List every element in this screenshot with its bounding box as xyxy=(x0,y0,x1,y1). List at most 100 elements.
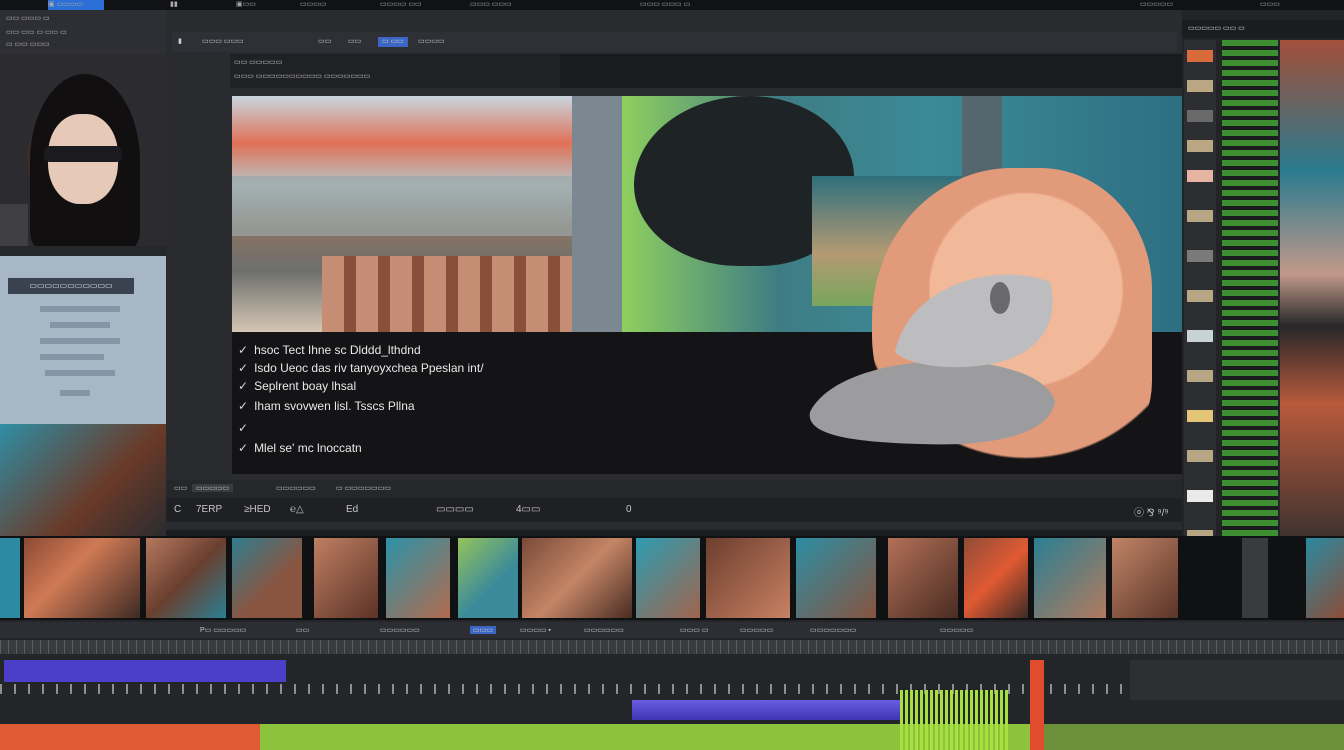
timeline-tab[interactable]: ▭▭▭▭ ▪ xyxy=(520,626,551,634)
viewer-subheader: ▭▭ ▭▭▭▭▭ ▭▭▭ ▭▭▭▭▭▭▭▭▭▭ ▭▭▭▭▭▭▭ xyxy=(230,54,560,88)
effect-item[interactable] xyxy=(1187,210,1213,222)
time-ruler[interactable] xyxy=(0,640,1344,654)
effect-item[interactable] xyxy=(1187,80,1213,92)
timeline-header: P▭ ▭▭▭▭▭ ▭▭ ▭▭▭▭▭▭ ▭▭▭ ▭▭▭▭ ▪ ▭▭▭▭▭▭ ▭▭▭… xyxy=(0,622,1344,638)
toolbar-item-active[interactable]: ▭ ▭▭ xyxy=(378,37,408,47)
video-clip-left[interactable] xyxy=(232,96,622,332)
film-frame[interactable] xyxy=(522,538,632,618)
status-item[interactable]: ▭▭▭▭▭▭ xyxy=(276,484,316,492)
film-frame[interactable] xyxy=(314,538,378,618)
transport-button[interactable]: Ed xyxy=(346,504,358,515)
transport-button[interactable]: 7ERP xyxy=(196,504,222,515)
viewer-subheader-blank xyxy=(560,54,1182,88)
film-frame[interactable] xyxy=(1242,538,1268,618)
transport-settings[interactable]: ⓞ ⅋ ⁹/⁹ xyxy=(1134,504,1169,519)
transport-button[interactable]: ≥HED xyxy=(244,504,271,515)
menu-item[interactable]: ▭▭▭▭ xyxy=(300,0,360,10)
timeline-tab[interactable]: ▭▭▭▭▭▭ xyxy=(380,626,420,634)
effect-item[interactable] xyxy=(1187,490,1213,502)
info-line xyxy=(50,322,110,328)
effect-item[interactable] xyxy=(1187,110,1213,122)
right-thumbnails[interactable] xyxy=(1280,40,1344,560)
effect-item[interactable] xyxy=(1187,170,1213,182)
toolbar-item[interactable]: ▭▭ xyxy=(318,37,331,47)
checklist-item: ✓ xyxy=(238,420,254,436)
checklist-item: ✓ hsoc Tect Ihne sc Dlddd_lthdnd xyxy=(238,342,421,358)
film-frame[interactable] xyxy=(0,538,20,618)
timeline-tab[interactable]: ▭▭▭ ▭ xyxy=(680,626,708,634)
info-line xyxy=(40,354,104,360)
menu-item[interactable]: ▭▭▭▭▭ xyxy=(1140,0,1200,10)
timeline-tab[interactable]: ▭▭▭▭▭▭▭ xyxy=(810,626,856,634)
audio-track-clip[interactable] xyxy=(0,724,260,750)
effect-item[interactable] xyxy=(1187,50,1213,62)
menu-item[interactable]: ▭▭▭ xyxy=(1260,0,1300,10)
header-row[interactable]: ▭ ▭▭ ▭▭▭ xyxy=(6,40,50,50)
effect-item[interactable] xyxy=(1187,140,1213,152)
webcam-preview xyxy=(0,54,166,246)
timeline-tab[interactable]: ▭▭▭▭▭ xyxy=(740,626,773,634)
video-track-clip[interactable] xyxy=(4,660,286,682)
audio-track-clip[interactable] xyxy=(1040,724,1344,750)
transport-button[interactable]: ℮△ xyxy=(290,504,304,515)
film-frame[interactable] xyxy=(706,538,790,618)
film-frame[interactable] xyxy=(386,538,450,618)
transport-button[interactable]: 0 xyxy=(626,504,632,515)
menu-item[interactable]: ▭▭▭ ▭▭▭ ▭ xyxy=(640,0,720,10)
info-line xyxy=(60,390,90,396)
clip-pillar xyxy=(572,96,622,332)
film-frame[interactable] xyxy=(24,538,140,618)
menu-item[interactable]: ▭▭▭ ▭▭▭ xyxy=(470,0,530,10)
transport-button[interactable]: ▭▭▭▭ xyxy=(436,504,474,515)
film-frame[interactable] xyxy=(1034,538,1106,618)
timeline-tab-active[interactable]: ▭▭▭ xyxy=(470,626,496,634)
check-icon: ✓ xyxy=(238,379,249,393)
film-frame[interactable] xyxy=(964,538,1028,618)
menu-item[interactable]: ▭▭▭▭ ▭▭ xyxy=(380,0,450,10)
timeline-tab[interactable]: ▭▭▭▭▭▭ xyxy=(584,626,624,634)
microphone-icon xyxy=(0,204,28,246)
header-row[interactable]: ▭▭ ▭▭▭ ▭ xyxy=(6,14,50,24)
header-row[interactable]: ▭▭ ▭▭ ▭ ▭▭ ▭ xyxy=(6,28,67,38)
menu-item[interactable]: ▮▮ xyxy=(170,0,200,10)
transport-button[interactable]: 4▭▭ xyxy=(516,504,540,515)
media-thumbnail[interactable] xyxy=(0,424,166,536)
playhead[interactable] xyxy=(1030,660,1044,750)
effect-item[interactable] xyxy=(1187,290,1213,302)
pin-icon[interactable]: ▮ xyxy=(178,37,182,47)
right-panel-title[interactable]: ▭▭▭▭▭ ▭▭ ▭ xyxy=(1188,24,1245,32)
transport-controls: C 7ERP ≥HED ℮△ Ed ▭▭▭▭ 4▭▭ 0 ⓞ ⅋ ⁹/⁹ xyxy=(166,498,1186,522)
info-line xyxy=(40,306,120,312)
effect-item[interactable] xyxy=(1187,250,1213,262)
transport-button[interactable]: C xyxy=(174,504,181,515)
film-frame[interactable] xyxy=(146,538,226,618)
film-frame[interactable] xyxy=(888,538,958,618)
timeline-tab[interactable]: ▭▭ xyxy=(296,626,309,634)
subheader-label: ▭▭▭ ▭▭▭▭▭▭▭▭▭▭ ▭▭▭▭▭▭▭ xyxy=(234,73,371,80)
effect-item[interactable] xyxy=(1187,410,1213,422)
status-item[interactable]: ▭▭▭▭▭ xyxy=(192,484,234,492)
timeline-tab[interactable]: P▭ ▭▭▭▭▭ xyxy=(200,626,246,634)
film-frame[interactable] xyxy=(232,538,302,618)
menu-item[interactable]: ▣▭▭ xyxy=(236,0,296,10)
film-frame[interactable] xyxy=(1306,538,1344,618)
checklist-text: hsoc Tect Ihne sc Dlddd_lthdnd xyxy=(254,343,421,357)
film-frame[interactable] xyxy=(636,538,700,618)
toolbar-item[interactable]: ▭▭▭ ▭▭▭ xyxy=(202,37,244,47)
film-frame[interactable] xyxy=(458,538,518,618)
toolbar-item[interactable]: ▭▭ xyxy=(348,37,361,47)
checklist-text: Seplrent boay lhsal xyxy=(254,379,357,393)
toolbar-item[interactable]: ▭▭▭▭ xyxy=(418,37,444,47)
menu-item[interactable]: ▣ ▭▭▭▭ xyxy=(48,0,104,10)
status-item[interactable]: ▭ ▭▭▭▭▭▭▭ xyxy=(336,484,391,492)
status-item[interactable]: ▭▭ xyxy=(174,484,187,492)
effect-item[interactable] xyxy=(1187,330,1213,342)
effect-item[interactable] xyxy=(1187,370,1213,382)
timeline-tab[interactable]: ▭▭▭▭▭ xyxy=(940,626,973,634)
audio-waveform xyxy=(900,690,1010,750)
video-track-clip[interactable] xyxy=(632,700,902,720)
checklist-item: ✓ Isdo Ueoc das riv tanyoyxchea Ppeslan i… xyxy=(238,360,484,376)
film-frame[interactable] xyxy=(796,538,876,618)
effect-item[interactable] xyxy=(1187,450,1213,462)
film-frame[interactable] xyxy=(1112,538,1178,618)
